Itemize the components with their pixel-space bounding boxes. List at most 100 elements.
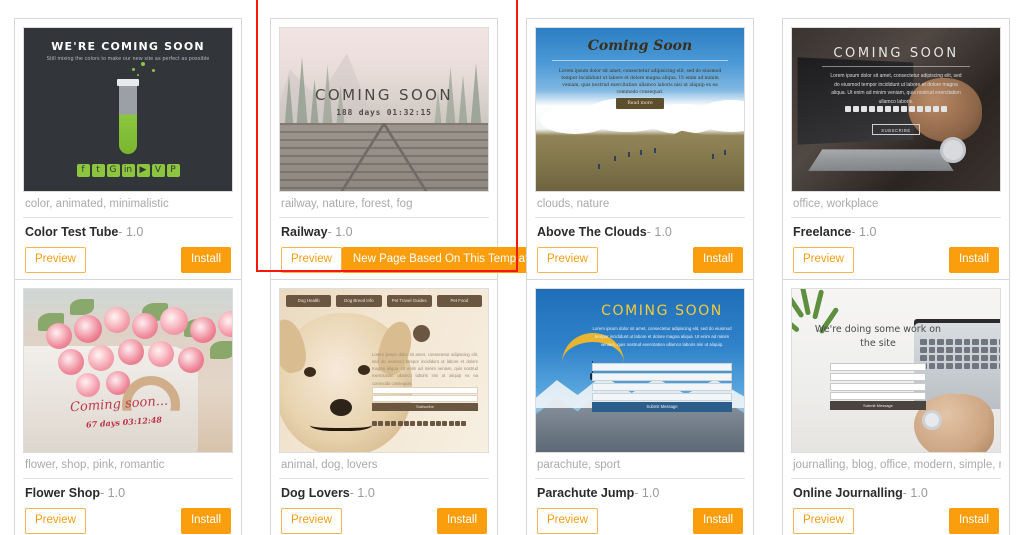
thumb-field-email[interactable] [592,373,732,381]
submit-message-button[interactable]: Submit Message [830,401,926,410]
template-card-online-journalling[interactable]: We're doing some work on the site Submit… [782,279,1010,535]
preview-button[interactable]: Preview [25,247,86,273]
install-button[interactable]: Install [180,508,231,534]
thumb-field-phone[interactable] [592,383,732,391]
preview-button[interactable]: Preview [537,508,598,534]
social-icon[interactable] [925,106,931,112]
thumb-subhead: Still mixing the colors to make our new … [46,56,210,62]
social-icon[interactable] [877,106,883,112]
social-icon[interactable] [429,421,435,426]
social-icon[interactable] [853,106,859,112]
social-icon[interactable] [435,421,441,426]
vimeo-icon[interactable]: V [151,164,165,177]
social-icon[interactable] [384,421,390,426]
thumb-field-name[interactable] [830,363,926,371]
template-card-dog-lovers[interactable]: Dog Health Dog Breed Info Pet Travel Gui… [270,279,498,535]
social-icon[interactable] [423,421,429,426]
social-icon[interactable] [869,106,875,112]
thumb-field-email[interactable] [830,373,926,381]
template-thumbnail[interactable]: COMING SOON 188 days 01:32:15 [279,27,489,192]
thumb-input-field[interactable] [372,395,478,402]
thumb-field-phone[interactable] [830,383,926,391]
social-icon[interactable] [455,421,461,426]
template-version: 1.0 [641,486,660,500]
social-icon[interactable] [410,421,416,426]
social-icon[interactable] [416,421,422,426]
template-thumbnail[interactable]: Coming soon... 67 days 03:12:48 [23,288,233,453]
preview-button[interactable]: Preview [281,508,342,534]
social-icon[interactable] [461,421,467,426]
social-icon[interactable] [397,421,403,426]
thumb-field-name[interactable] [592,363,732,371]
social-icon[interactable] [933,106,939,112]
social-icon[interactable] [448,421,454,426]
social-icon[interactable] [403,421,409,426]
grid-cell: WE'RE COMING SOON Still mixing the color… [0,18,256,284]
template-thumbnail[interactable]: Coming Soon Lorem ipsum dolor sit amet, … [535,27,745,192]
template-card-freelance[interactable]: COMING SOON Lorem ipsum dolor sit amet, … [782,18,1010,284]
rose-shape [218,311,232,337]
thumb-field-message[interactable] [592,393,732,401]
install-button[interactable]: Install [692,247,743,273]
subscribe-button[interactable]: SUBSCRIBE [872,124,920,135]
google-plus-icon[interactable]: G [106,164,120,177]
template-title: Color Test Tube- 1.0 [23,218,233,245]
nav-item-pet-travel-guides[interactable]: Pet Travel Guides [386,295,432,307]
read-more-button[interactable]: Read more [616,98,664,109]
template-thumbnail[interactable]: We're doing some work on the site Submit… [791,288,1001,453]
template-card-parachute-jump[interactable]: COMING SOON Lorem ipsum dolor sit amet, … [526,279,754,535]
thumb-headline: We're doing some work on the site [814,324,942,350]
social-icon[interactable] [941,106,947,112]
social-icon[interactable] [909,106,915,112]
template-version-dash: - [118,225,123,239]
template-card-color-test-tube[interactable]: WE'RE COMING SOON Still mixing the color… [14,18,242,284]
thumb-input-field[interactable] [372,387,478,394]
preview-button[interactable]: Preview [281,247,342,273]
install-button[interactable]: Install [948,508,999,534]
leaf-shape [210,341,232,359]
nav-item-pet-food[interactable]: Pet Food [436,295,482,307]
install-button[interactable]: Install [948,247,999,273]
template-card-above-the-clouds[interactable]: Coming Soon Lorem ipsum dolor sit amet, … [526,18,754,284]
preview-button[interactable]: Preview [793,508,854,534]
template-thumbnail[interactable]: WE'RE COMING SOON Still mixing the color… [23,27,233,192]
rose-shape [160,307,188,335]
preview-button[interactable]: Preview [793,247,854,273]
social-icon[interactable] [917,106,923,112]
install-button[interactable]: Install [180,247,231,273]
facebook-icon[interactable]: f [76,164,90,177]
install-button[interactable]: Install [692,508,743,534]
subscribe-button[interactable]: Subscribe [372,403,478,411]
play-circle-icon [413,325,430,342]
social-icon[interactable] [391,421,397,426]
template-thumbnail[interactable]: COMING SOON Lorem ipsum dolor sit amet, … [535,288,745,453]
submit-message-button[interactable]: Submit Message [592,402,732,412]
template-version-dash: - [349,486,354,500]
social-icon[interactable] [845,106,851,112]
twitter-icon[interactable]: t [91,164,105,177]
template-card-flower-shop[interactable]: Coming soon... 67 days 03:12:48 flower, … [14,279,242,535]
preview-button[interactable]: Preview [537,247,598,273]
template-version: 1.0 [335,225,353,239]
youtube-icon[interactable]: ▶ [136,164,150,177]
pinterest-icon[interactable]: P [166,164,180,177]
social-icon[interactable] [885,106,891,112]
social-icon[interactable] [901,106,907,112]
template-thumbnail[interactable]: Dog Health Dog Breed Info Pet Travel Gui… [279,288,489,453]
linkedin-icon[interactable]: in [121,164,135,177]
social-icon[interactable] [861,106,867,112]
template-card-railway[interactable]: COMING SOON 188 days 01:32:15 railway, n… [270,18,546,284]
social-icon[interactable] [893,106,899,112]
preview-button[interactable]: Preview [25,508,86,534]
social-icon[interactable] [378,421,384,426]
template-version-dash: - [646,225,651,239]
nav-item-dog-health[interactable]: Dog Health [286,295,332,307]
thumb-paragraph: Lorem ipsum dolor sit amet, consectetur … [372,352,478,386]
social-icon[interactable] [442,421,448,426]
template-thumbnail[interactable]: COMING SOON Lorem ipsum dolor sit amet, … [791,27,1001,192]
social-icon[interactable] [372,421,377,426]
install-button[interactable]: Install [436,508,487,534]
nav-item-dog-breed-info[interactable]: Dog Breed Info [336,295,382,307]
thumb-field-message[interactable] [830,392,926,400]
hiker-figure [628,152,630,157]
